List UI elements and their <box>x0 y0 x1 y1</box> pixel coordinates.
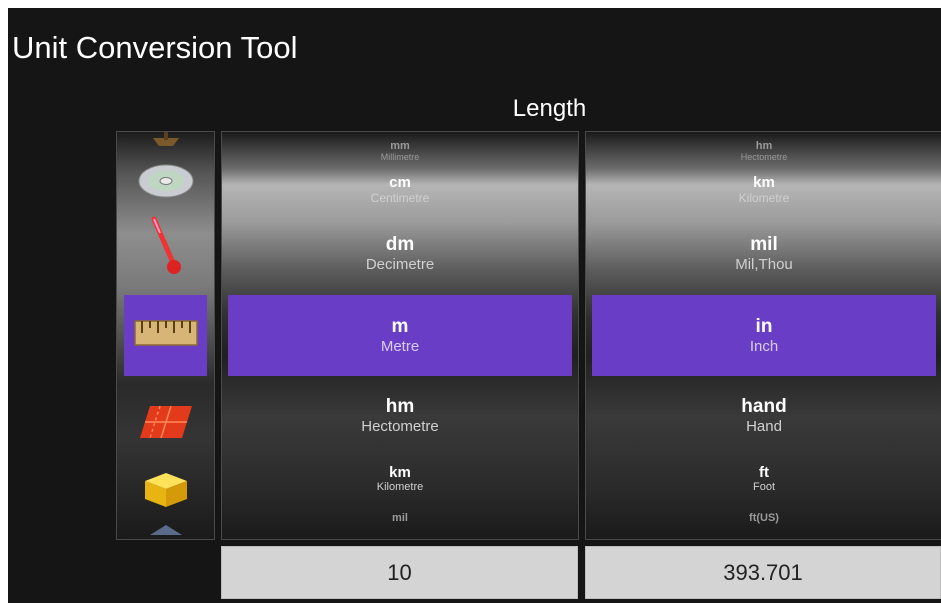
to-unit-picker[interactable]: hm Hectometre km Kilometre mil Mil,Thou … <box>585 131 941 540</box>
input-value-field[interactable]: 10 <box>221 546 578 599</box>
from-unit-item[interactable]: km Kilometre <box>222 464 578 493</box>
category-rail[interactable] <box>116 131 215 540</box>
category-volume[interactable] <box>117 462 214 520</box>
category-area[interactable] <box>117 394 214 454</box>
disc-icon <box>136 161 196 206</box>
from-unit-item[interactable]: dm Decimetre <box>222 234 578 273</box>
output-value-field[interactable]: 393.701 <box>585 546 941 599</box>
app-title: Unit Conversion Tool <box>12 30 298 65</box>
to-unit-item[interactable]: km Kilometre <box>586 174 941 205</box>
from-unit-item-selected[interactable]: m Metre <box>228 295 572 376</box>
category-weight[interactable] <box>117 132 214 154</box>
from-unit-item[interactable]: hm Hectometre <box>222 396 578 435</box>
category-more[interactable] <box>117 524 214 538</box>
tiles-icon <box>136 402 196 447</box>
category-storage[interactable] <box>117 156 214 210</box>
app-window: Unit Conversion Tool Length mm Millimetr… <box>8 8 941 603</box>
thermometer-icon <box>146 215 186 284</box>
partial-icon <box>146 522 186 539</box>
to-unit-item-selected[interactable]: in Inch <box>592 295 936 376</box>
to-unit-item[interactable]: mil Mil,Thou <box>586 234 941 273</box>
scale-icon <box>149 132 183 155</box>
to-unit-item[interactable]: hand Hand <box>586 396 941 435</box>
to-unit-item[interactable]: ft(US) <box>586 512 941 524</box>
category-temperature[interactable] <box>117 214 214 284</box>
category-title: Length <box>512 95 587 122</box>
cube-icon <box>141 467 191 516</box>
from-unit-item[interactable]: mm Millimetre <box>222 140 578 162</box>
from-unit-picker[interactable]: mm Millimetre cm Centimetre dm Decimetre… <box>221 131 579 540</box>
from-unit-item[interactable]: cm Centimetre <box>222 174 578 205</box>
from-unit-item[interactable]: mil <box>222 512 578 524</box>
category-length[interactable] <box>124 295 207 376</box>
ruler-icon <box>133 317 198 354</box>
to-unit-item[interactable]: hm Hectometre <box>586 140 941 162</box>
to-unit-item[interactable]: ft Foot <box>586 464 941 493</box>
